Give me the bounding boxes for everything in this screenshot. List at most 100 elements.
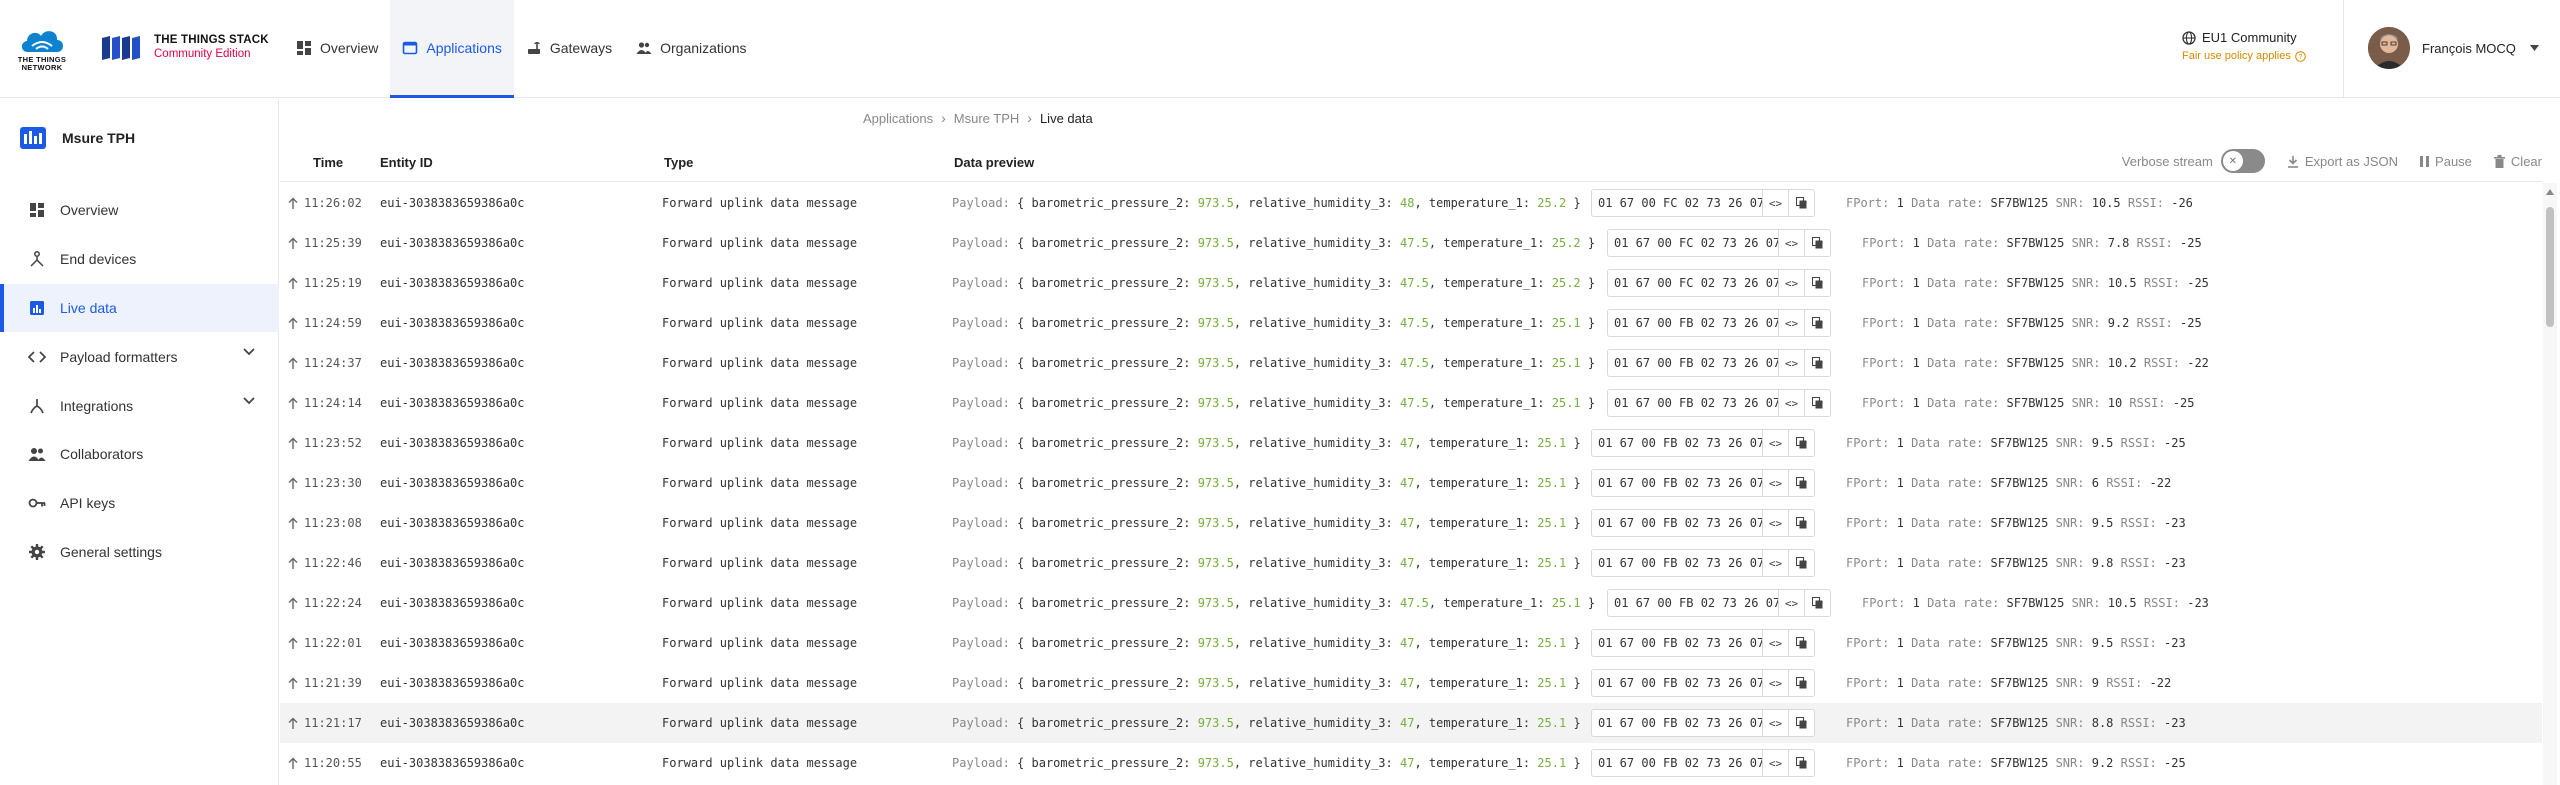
toggle-format-button[interactable]: <> bbox=[1762, 670, 1788, 696]
trash-icon bbox=[2493, 154, 2505, 168]
user-menu[interactable]: François MOCQ bbox=[2368, 27, 2539, 69]
nav-applications[interactable]: Applications bbox=[390, 0, 514, 98]
toggle-format-button[interactable]: <> bbox=[1778, 230, 1804, 256]
table-row[interactable]: 11:21:39 eui-3038383659386a0c Forward upli… bbox=[280, 663, 2542, 703]
uplink-metadata: FPort: 1 Data rate: SF7BW125 SNR: 9.2 RS… bbox=[1862, 316, 2202, 330]
message-type-cell: Forward uplink data message bbox=[662, 676, 858, 690]
toggle-format-button[interactable]: <> bbox=[1778, 350, 1804, 376]
copy-button[interactable] bbox=[1788, 750, 1814, 776]
breadcrumb-app[interactable]: Msure TPH bbox=[954, 111, 1020, 126]
fport-label: FPort: bbox=[1846, 556, 1890, 570]
payload-label: Payload: bbox=[952, 676, 1010, 690]
table-row[interactable]: 11:22:24 eui-3038383659386a0c Forward upli… bbox=[280, 583, 2542, 623]
table-row[interactable]: 11:20:55 eui-3038383659386a0c Forward upli… bbox=[280, 743, 2542, 783]
copy-button[interactable] bbox=[1788, 550, 1814, 576]
chevron-down-icon[interactable] bbox=[243, 397, 255, 405]
snr-value: 9.2 bbox=[2107, 316, 2130, 330]
table-row[interactable]: 11:22:01 eui-3038383659386a0c Forward upli… bbox=[280, 623, 2542, 663]
time-value: 11:23:30 bbox=[304, 476, 362, 490]
copy-button[interactable] bbox=[1788, 670, 1814, 696]
toggle-format-button[interactable]: <> bbox=[1762, 710, 1788, 736]
table-row[interactable]: 11:23:52 eui-3038383659386a0c Forward upli… bbox=[280, 423, 2542, 463]
copy-button[interactable] bbox=[1804, 390, 1830, 416]
brace-open: { bbox=[1017, 676, 1025, 690]
datarate-value: SF7BW125 bbox=[2006, 276, 2065, 290]
copy-button[interactable] bbox=[1788, 710, 1814, 736]
sidebar-item-end-devices[interactable]: End devices bbox=[0, 235, 279, 284]
verbose-switch[interactable]: ✕ bbox=[2220, 149, 2265, 173]
toggle-format-button[interactable]: <> bbox=[1762, 550, 1788, 576]
copy-button[interactable] bbox=[1804, 350, 1830, 376]
breadcrumb-applications[interactable]: Applications bbox=[863, 111, 933, 126]
verbose-stream-toggle[interactable]: Verbose stream ✕ bbox=[2122, 149, 2265, 173]
temperature-value: 25.1 bbox=[1551, 316, 1581, 330]
copy-button[interactable] bbox=[1788, 510, 1814, 536]
copy-button[interactable] bbox=[1788, 190, 1814, 216]
chevron-down-icon[interactable] bbox=[243, 348, 255, 356]
settings-icon bbox=[28, 543, 46, 561]
table-row[interactable]: 11:24:37 eui-3038383659386a0c Forward upli… bbox=[280, 343, 2542, 383]
toggle-format-button[interactable]: <> bbox=[1762, 470, 1788, 496]
table-row[interactable]: 11:26:02 eui-3038383659386a0c Forward upli… bbox=[280, 183, 2542, 223]
toggle-format-button[interactable]: <> bbox=[1762, 510, 1788, 536]
toggle-format-button[interactable]: <> bbox=[1778, 590, 1804, 616]
copy-button[interactable] bbox=[1804, 230, 1830, 256]
toggle-format-button[interactable]: <> bbox=[1778, 390, 1804, 416]
sidebar-item-collaborators[interactable]: Collaborators bbox=[0, 430, 279, 479]
sidebar-item-payload-formatters[interactable]: Payload formatters bbox=[0, 332, 279, 381]
pause-button[interactable]: Pause bbox=[2420, 154, 2472, 169]
copy-button[interactable] bbox=[1804, 590, 1830, 616]
copy-button[interactable] bbox=[1788, 430, 1814, 456]
humidity-key: relative_humidity_3: bbox=[1248, 756, 1393, 770]
snr-label: SNR: bbox=[2055, 556, 2085, 570]
raw-payload-value: 01 67 00 FB 02 73 26 07 … bbox=[1598, 716, 1762, 730]
table-row[interactable]: 11:22:46 eui-3038383659386a0c Forward upli… bbox=[280, 543, 2542, 583]
nav-organizations[interactable]: Organizations bbox=[624, 0, 758, 98]
toggle-format-button[interactable]: <> bbox=[1762, 630, 1788, 656]
brace-open: { bbox=[1017, 196, 1025, 210]
table-row[interactable]: 11:24:14 eui-3038383659386a0c Forward upli… bbox=[280, 383, 2542, 423]
export-json-button[interactable]: Export as JSON bbox=[2287, 154, 2398, 169]
table-row[interactable]: 11:25:39 eui-3038383659386a0c Forward upli… bbox=[280, 223, 2542, 263]
time-value: 11:24:14 bbox=[304, 396, 362, 410]
sidebar-item-integrations[interactable]: Integrations bbox=[0, 381, 279, 430]
toggle-format-button[interactable]: <> bbox=[1778, 270, 1804, 296]
copy-button[interactable] bbox=[1788, 630, 1814, 656]
toggle-format-button[interactable]: <> bbox=[1762, 750, 1788, 776]
sidebar-item-overview[interactable]: Overview bbox=[0, 186, 279, 235]
table-row[interactable]: 11:23:30 eui-3038383659386a0c Forward upli… bbox=[280, 463, 2542, 503]
table-row[interactable]: 11:24:59 eui-3038383659386a0c Forward upli… bbox=[280, 303, 2542, 343]
table-row[interactable]: 11:25:19 eui-3038383659386a0c Forward upli… bbox=[280, 263, 2542, 303]
pressure-key: barometric_pressure_2: bbox=[1031, 636, 1191, 650]
fair-use-notice[interactable]: Fair use policy applies ? bbox=[2182, 50, 2332, 62]
raw-payload-box: 01 67 00 FC 02 73 26 07 … <> bbox=[1607, 229, 1831, 257]
nav-gateways[interactable]: Gateways bbox=[514, 0, 624, 98]
copy-button[interactable] bbox=[1804, 310, 1830, 336]
copy-button[interactable] bbox=[1804, 270, 1830, 296]
scrollbar-thumb[interactable] bbox=[2546, 207, 2554, 327]
pressure-value: 973.5 bbox=[1197, 676, 1234, 690]
toggle-format-button[interactable]: <> bbox=[1762, 190, 1788, 216]
datarate-label: Data rate: bbox=[1927, 396, 2000, 410]
nav-overview[interactable]: Overview bbox=[284, 0, 390, 98]
snr-label: SNR: bbox=[2071, 596, 2101, 610]
copy-icon bbox=[1796, 437, 1807, 449]
copy-button[interactable] bbox=[1788, 470, 1814, 496]
toggle-format-button[interactable]: <> bbox=[1762, 430, 1788, 456]
clear-button[interactable]: Clear bbox=[2493, 154, 2542, 169]
temperature-value: 25.1 bbox=[1537, 436, 1567, 450]
sidebar-item-live-data[interactable]: Live data bbox=[0, 283, 279, 333]
vertical-scrollbar[interactable] bbox=[2543, 183, 2557, 785]
ttn-logo[interactable]: THE THINGS NETWORK bbox=[14, 24, 70, 74]
table-row[interactable]: 11:23:08 eui-3038383659386a0c Forward upli… bbox=[280, 503, 2542, 543]
humidity-key: relative_humidity_3: bbox=[1248, 316, 1393, 330]
uplink-metadata: FPort: 1 Data rate: SF7BW125 SNR: 10.5 R… bbox=[1862, 276, 2209, 290]
toggle-format-button[interactable]: <> bbox=[1778, 310, 1804, 336]
region-selector[interactable]: EU1 Community Fair use policy applies ? bbox=[2182, 30, 2332, 62]
sidebar-item-general-settings[interactable]: General settings bbox=[0, 528, 279, 577]
sidebar-item-api-keys[interactable]: API keys bbox=[0, 479, 279, 528]
payload-preview: Payload: { barometric_pressure_2: 973.5,… bbox=[952, 316, 1596, 330]
table-row[interactable]: 11:21:17 eui-3038383659386a0c Forward upli… bbox=[280, 703, 2542, 743]
scroll-up-arrow-icon[interactable] bbox=[2546, 189, 2554, 195]
raw-payload-box: 01 67 00 FB 02 73 26 07 … <> bbox=[1607, 309, 1831, 337]
